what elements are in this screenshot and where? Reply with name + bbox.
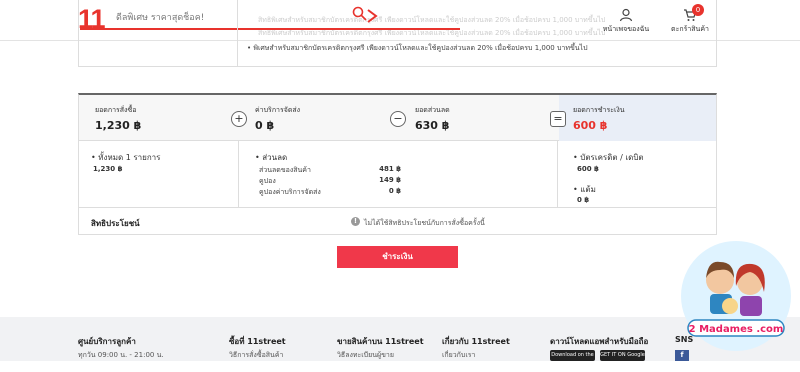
order-summary: ยอดการสั่งซื้อ 1,230 ฿ + ค่าบริการจัดส่ง… <box>78 93 717 235</box>
discount-detail-title: • ส่วนลด <box>255 153 288 162</box>
promo-box <box>78 0 717 67</box>
footer-sell-link[interactable]: วิธีลงทะเบียนผู้ขาย <box>337 350 394 361</box>
column-divider <box>238 141 239 207</box>
discount-row-label: ส่วนลดของสินค้า <box>259 166 311 174</box>
info-icon: ! <box>351 217 360 226</box>
promo-divider <box>237 0 238 66</box>
benefit-row: สิทธิประโยชน์ ! ไม่ได้ใช้สิทธิประโยชน์กั… <box>79 207 716 235</box>
footer-about-link[interactable]: เกี่ยวกับเรา <box>442 350 475 361</box>
plus-icon: + <box>231 111 247 127</box>
footer-app-title: ดาวน์โหลดแอพสำหรับมือถือ <box>550 337 649 346</box>
footer-service-hours: ทุกวัน 09:00 น. - 21:00 น. <box>78 351 164 359</box>
discount-row-value: 481 ฿ <box>379 165 401 173</box>
items-value: 1,230 ฿ <box>93 165 123 173</box>
benefit-title: สิทธิประโยชน์ <box>91 219 140 228</box>
order-total-label: ยอดการสั่งซื้อ <box>95 106 137 114</box>
app-store-button[interactable]: Download on the App Store <box>550 350 595 369</box>
discount-label: ยอดส่วนลด <box>415 106 450 114</box>
promo-notice: • พิเศษสำหรับสมาชิกบัตรเครดิตกรุงศรี เพี… <box>247 44 588 52</box>
discount-row-value: 149 ฿ <box>379 176 401 184</box>
footer-buy-title: ซื้อที่ 11street <box>229 337 286 346</box>
discount-value: 630 ฿ <box>415 119 450 132</box>
footer-sell-title: ขายสินค้าบน 11street <box>337 337 424 346</box>
items-title: • ทั้งหมด 1 รายการ <box>91 153 161 162</box>
shipping-label: ค่าบริการจัดส่ง <box>255 106 301 114</box>
google-play-button[interactable]: GET IT ON Google Play <box>600 350 645 369</box>
payment-label: ยอดการชำระเงิน <box>573 106 625 114</box>
pay-button[interactable]: ชำระเงิน <box>337 246 458 268</box>
discount-row-label: คูปองค่าบริการจัดส่ง <box>259 188 321 196</box>
watermark-text: 2 Madames .com <box>689 324 784 335</box>
discount-row-label: คูปอง <box>259 177 276 185</box>
benefit-text: ไม่ได้ใช้สิทธิประโยชน์กับการสั่งซื้อครั้… <box>364 219 485 227</box>
points-value: 0 ฿ <box>577 196 590 204</box>
card-value: 600 ฿ <box>577 165 599 173</box>
column-divider <box>557 141 558 207</box>
equals-icon: = <box>550 111 566 127</box>
summary-header: ยอดการสั่งซื้อ 1,230 ฿ + ค่าบริการจัดส่ง… <box>79 95 716 141</box>
footer-buy-link[interactable]: วิธีการสั่งซื้อสินค้า <box>229 350 283 361</box>
payment-total-cell <box>559 95 716 141</box>
points-title: • แต้ม <box>573 185 596 194</box>
minus-icon: − <box>390 111 406 127</box>
shipping-value: 0 ฿ <box>255 119 275 132</box>
discount-row-value: 0 ฿ <box>388 187 401 195</box>
footer-about-title: เกี่ยวกับ 11street <box>442 337 510 346</box>
order-total-value: 1,230 ฿ <box>95 119 142 132</box>
card-title: • บัตรเครดิต / เดบิต <box>573 153 644 162</box>
watermark-logo: 2 Madames .com <box>681 241 791 351</box>
payment-value: 600 ฿ <box>573 119 608 132</box>
footer-service-title: ศูนย์บริการลูกค้า <box>78 337 136 346</box>
